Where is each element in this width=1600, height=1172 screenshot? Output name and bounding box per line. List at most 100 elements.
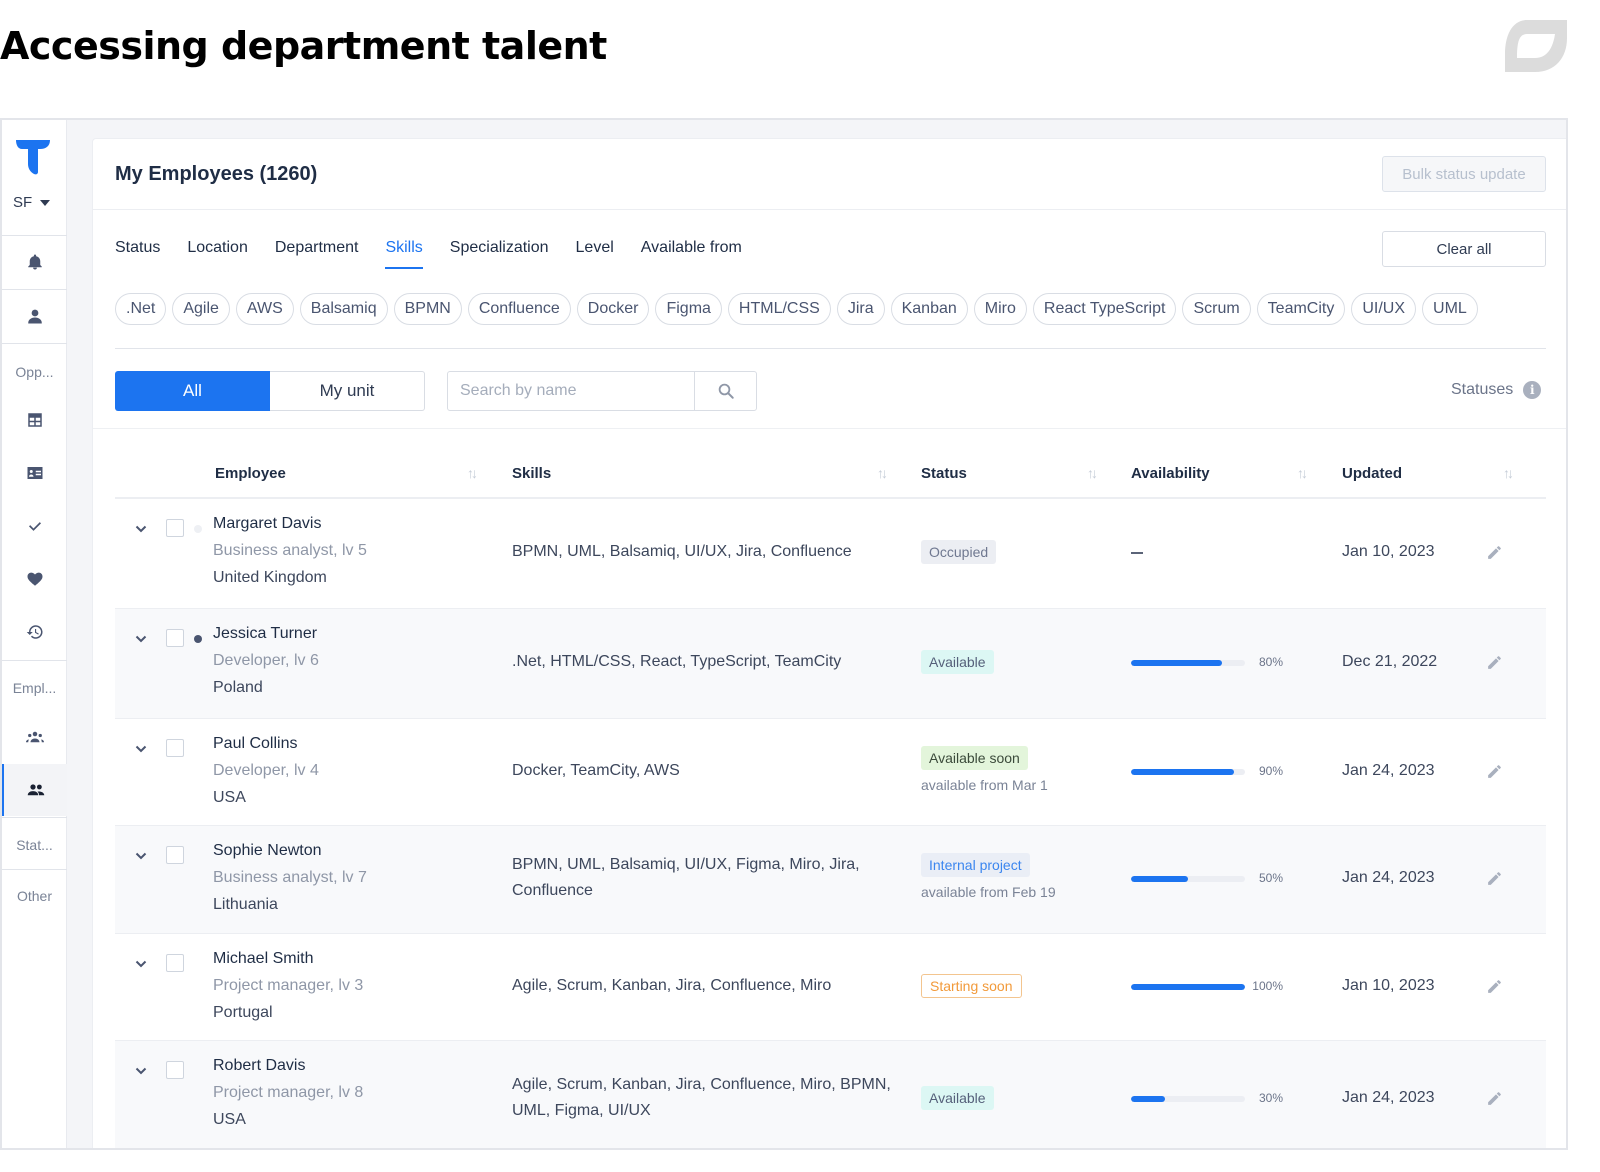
column-header-updated[interactable]: Updated — [1342, 465, 1402, 482]
id-card-icon — [27, 467, 42, 479]
row-checkbox[interactable] — [166, 846, 184, 864]
skill-chip[interactable]: Jira — [836, 293, 885, 325]
filter-tab-skills[interactable]: Skills — [385, 239, 424, 269]
search-input[interactable] — [448, 372, 694, 410]
employee-location: Portugal — [213, 1004, 273, 1021]
chevron-down-icon[interactable] — [135, 743, 147, 755]
filter-tab-specialization[interactable]: Specialization — [450, 239, 549, 269]
table-row[interactable]: Robert Davis Project manager, lv 8 USA Agil… — [115, 1041, 1546, 1148]
employee-name[interactable]: Sophie Newton — [213, 842, 322, 860]
chevron-down-icon[interactable] — [135, 1065, 147, 1077]
row-checkbox[interactable] — [166, 629, 184, 647]
edit-pencil-icon[interactable] — [1486, 1090, 1503, 1107]
skill-chip[interactable]: HTML/CSS — [727, 293, 831, 325]
row-checkbox[interactable] — [166, 739, 184, 757]
heart-icon — [27, 572, 42, 586]
status-badge: Available soon — [921, 745, 1028, 770]
availability-percent: 90% — [1258, 763, 1283, 778]
sidebar-item-favorites[interactable] — [2, 553, 67, 605]
employee-name[interactable]: Jessica Turner — [213, 625, 317, 643]
filter-tab-available-from[interactable]: Available from — [641, 239, 742, 269]
skill-chip[interactable]: Agile — [172, 293, 230, 325]
skill-chip[interactable]: UI/UX — [1351, 293, 1417, 325]
sidebar-item-profile[interactable] — [2, 290, 67, 342]
employee-location: Lithuania — [213, 896, 278, 913]
column-header-status[interactable]: Status — [921, 465, 967, 482]
clear-all-button[interactable]: Clear all — [1382, 231, 1546, 267]
edit-pencil-icon[interactable] — [1486, 654, 1503, 671]
skill-chip[interactable]: UML — [1422, 293, 1478, 325]
bulk-status-update-button[interactable]: Bulk status update — [1382, 156, 1546, 192]
sort-icon[interactable]: ↑↓ — [1503, 465, 1514, 481]
chevron-down-icon[interactable] — [135, 633, 147, 645]
edit-pencil-icon[interactable] — [1486, 870, 1503, 887]
table-row[interactable]: Margaret Davis Business analyst, lv 5 Unit… — [115, 499, 1546, 609]
column-header-employee[interactable]: Employee — [215, 465, 286, 482]
edit-pencil-icon[interactable] — [1486, 544, 1503, 561]
info-icon[interactable]: i — [1523, 381, 1542, 399]
divider — [2, 660, 67, 661]
sort-icon[interactable]: ↑↓ — [467, 465, 478, 481]
chevron-down-icon[interactable] — [135, 523, 147, 535]
app-logo-icon[interactable] — [14, 138, 52, 176]
chevron-down-icon[interactable] — [135, 958, 147, 970]
table-row[interactable]: Paul Collins Developer, lv 4 USA Docker, Te… — [115, 719, 1546, 826]
skill-chip[interactable]: Kanban — [890, 293, 968, 325]
employee-location: Poland — [213, 679, 263, 696]
sort-icon[interactable]: ↑↓ — [877, 465, 888, 481]
employee-name[interactable]: Margaret Davis — [213, 515, 321, 533]
skill-chip[interactable]: .Net — [115, 293, 167, 325]
employee-skills: Docker, TeamCity, AWS — [512, 761, 680, 779]
table-row[interactable]: Sophie Newton Business analyst, lv 7 Lithu… — [115, 826, 1546, 934]
sort-icon[interactable]: ↑↓ — [1087, 465, 1098, 481]
row-checkbox[interactable] — [166, 1061, 184, 1079]
column-header-skills[interactable]: Skills — [512, 465, 551, 482]
employee-location: USA — [213, 789, 246, 806]
employee-name[interactable]: Michael Smith — [213, 950, 313, 968]
filter-tab-level[interactable]: Level — [576, 239, 614, 269]
sidebar-item-notifications[interactable] — [2, 236, 67, 288]
chevron-down-icon[interactable] — [135, 850, 147, 862]
column-header-availability[interactable]: Availability — [1131, 465, 1210, 482]
row-checkbox[interactable] — [166, 519, 184, 537]
statuses-legend[interactable]: Statuses i — [1451, 381, 1542, 399]
table-row[interactable]: Michael Smith Project manager, lv 3 Portug… — [115, 934, 1546, 1041]
scope-all-button[interactable]: All — [115, 371, 270, 411]
sidebar-item-table[interactable] — [2, 394, 67, 446]
sidebar-item-teams[interactable] — [2, 711, 67, 763]
scope-my-unit-button[interactable]: My unit — [270, 371, 425, 411]
skill-chip[interactable]: AWS — [235, 293, 294, 325]
skill-chip[interactable]: Balsamiq — [299, 293, 388, 325]
table-row[interactable]: Jessica Turner Developer, lv 6 Poland .Net,… — [115, 609, 1546, 719]
skill-chip[interactable]: Docker — [576, 293, 650, 325]
edit-pencil-icon[interactable] — [1486, 763, 1503, 780]
employee-name[interactable]: Robert Davis — [213, 1057, 305, 1075]
sidebar-item-my-employees[interactable] — [2, 764, 67, 816]
sidebar-item-history[interactable] — [2, 606, 67, 658]
employee-role: Business analyst, lv 5 — [213, 542, 367, 559]
filter-tab-status[interactable]: Status — [115, 239, 160, 269]
availability-bar-fill — [1131, 768, 1234, 775]
sidebar-section-other[interactable]: Other — [2, 888, 67, 904]
filter-tab-location[interactable]: Location — [187, 239, 248, 269]
sidebar-section-statistics[interactable]: Stat... — [2, 837, 67, 853]
employee-name[interactable]: Paul Collins — [213, 735, 297, 753]
row-checkbox[interactable] — [166, 954, 184, 972]
filter-tabs: Status Location Department Skills Specia… — [115, 239, 769, 269]
user-icon — [27, 309, 42, 324]
sidebar-item-approved[interactable] — [2, 500, 67, 552]
skill-chip[interactable]: Miro — [973, 293, 1027, 325]
edit-pencil-icon[interactable] — [1486, 978, 1503, 995]
sort-icon[interactable]: ↑↓ — [1297, 465, 1308, 481]
status-badge: Available — [921, 1086, 994, 1110]
sidebar-item-id-card[interactable] — [2, 447, 67, 499]
org-switcher[interactable]: SF — [13, 194, 51, 211]
skill-chip[interactable]: Confluence — [467, 293, 571, 325]
filter-tab-department[interactable]: Department — [275, 239, 359, 269]
skill-chip[interactable]: Scrum — [1182, 293, 1251, 325]
skill-chip[interactable]: TeamCity — [1256, 293, 1346, 325]
skill-chip[interactable]: React TypeScript — [1032, 293, 1177, 325]
skill-chip[interactable]: BPMN — [393, 293, 462, 325]
search-button[interactable] — [694, 372, 756, 410]
skill-chip[interactable]: Figma — [655, 293, 722, 325]
